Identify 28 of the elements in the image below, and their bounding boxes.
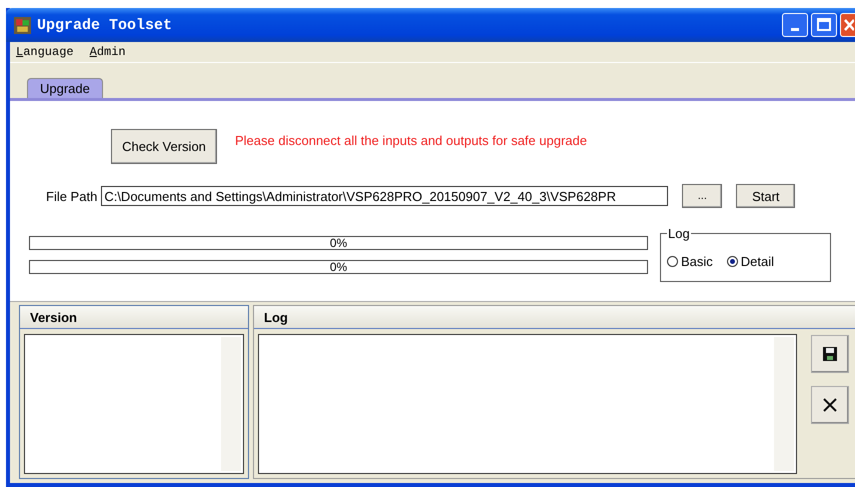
start-button[interactable]: Start	[736, 184, 796, 208]
progress-reading: 0%	[330, 261, 348, 273]
file-path-field[interactable]: C:\Documents and Settings\Administrator\VSP628PRO_20150907_V2_40_3\VSP628PR	[101, 186, 668, 206]
radio-button[interactable]	[667, 256, 678, 266]
maximize-button[interactable]	[811, 13, 837, 37]
clear-button[interactable]	[811, 386, 849, 424]
panel-header: Version	[20, 306, 248, 329]
save-button[interactable]	[811, 335, 849, 373]
close-icon	[822, 397, 838, 413]
file-path-label: File Path	[46, 188, 98, 204]
minimize-button[interactable]	[782, 13, 808, 37]
radio-button[interactable]	[726, 256, 738, 266]
progress-reading: 0%	[330, 237, 348, 249]
minimize-icon	[791, 28, 799, 30]
panel-header: Log	[254, 306, 855, 329]
menu-item[interactable]: Language	[16, 45, 74, 59]
radio-label[interactable]: Basic	[681, 254, 713, 268]
app-icon	[14, 16, 31, 34]
radio-label[interactable]: Detail	[740, 254, 774, 268]
save-icon	[822, 346, 838, 362]
warning-text: Please disconnect all the inputs and outputs for safe upgrade	[235, 133, 587, 148]
check-version-button[interactable]: Check Version	[111, 129, 217, 164]
group-title: Log	[667, 226, 691, 241]
tab[interactable]: Upgrade	[27, 78, 103, 98]
browse-button[interactable]: ...	[682, 184, 722, 208]
close-button[interactable]	[840, 13, 855, 37]
menu-item[interactable]: Admin	[90, 45, 126, 59]
window-title: Upgrade Toolset	[37, 16, 172, 34]
